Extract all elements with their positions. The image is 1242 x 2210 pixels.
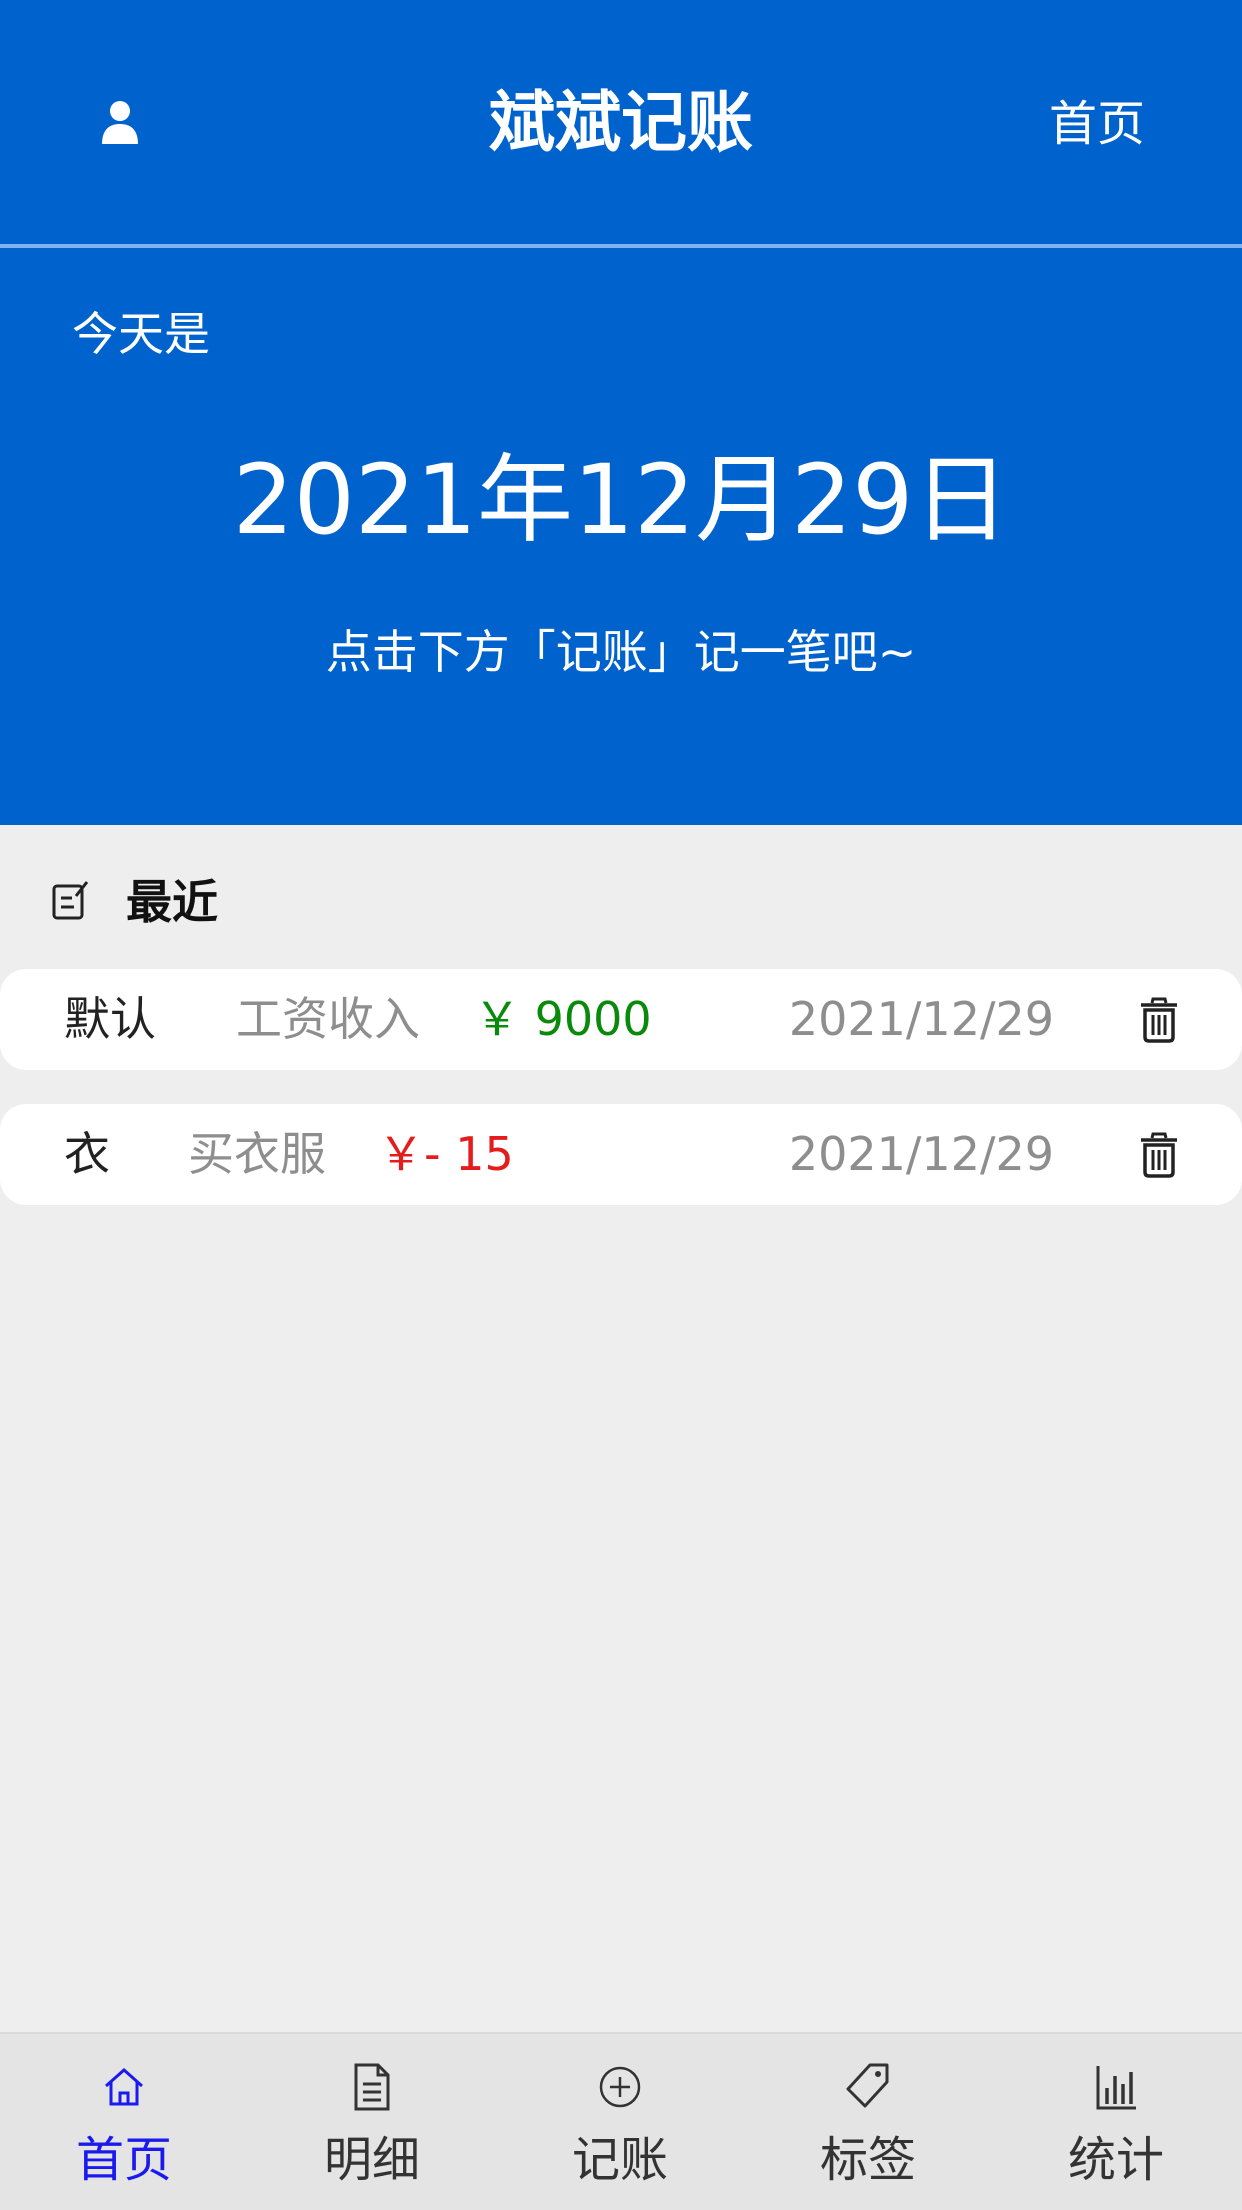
tab-stats[interactable]: 统计 <box>992 2034 1240 2210</box>
trash-icon[interactable] <box>1139 997 1179 1043</box>
record-category: 默认 <box>64 992 156 1046</box>
tab-tags-label: 标签 <box>819 2132 916 2188</box>
record-row[interactable]: 默认 工资收入 ￥ 9000 2021/12/29 <box>0 969 1242 1070</box>
bottom-tab-bar: 首页 明细 记账 标签 统计 <box>0 2032 1242 2210</box>
tab-home[interactable]: 首页 <box>0 2034 248 2210</box>
tag-icon <box>846 2063 889 2108</box>
home-icon <box>105 2067 143 2106</box>
add-circle-icon <box>599 2066 641 2108</box>
hint-text: 点击下方「记账」记一笔吧~ <box>325 625 917 679</box>
tab-record[interactable]: 记账 <box>496 2034 744 2210</box>
trash-icon[interactable] <box>1139 1132 1179 1178</box>
edit-icon <box>52 881 89 920</box>
record-row[interactable]: 衣 买衣服 ￥- 15 2021/12/29 <box>0 1104 1242 1205</box>
record-amount: ￥- 15 <box>378 1127 514 1181</box>
home-link[interactable]: 首页 <box>1049 92 1145 156</box>
record-note: 买衣服 <box>188 1127 326 1181</box>
tab-tags[interactable]: 标签 <box>744 2034 992 2210</box>
chart-icon <box>1096 2066 1136 2110</box>
record-category: 衣 <box>64 1127 110 1181</box>
recent-label: 最近 <box>126 875 218 929</box>
current-date: 2021年12月29日 <box>232 444 1010 556</box>
document-icon <box>354 2063 390 2111</box>
record-date: 2021/12/29 <box>788 1127 1054 1181</box>
tab-record-label: 记账 <box>571 2132 668 2188</box>
record-date: 2021/12/29 <box>788 992 1054 1046</box>
record-amount: ￥ 9000 <box>474 992 652 1046</box>
tab-details[interactable]: 明细 <box>248 2034 496 2210</box>
tab-home-label: 首页 <box>75 2132 172 2188</box>
tab-details-label: 明细 <box>323 2132 420 2188</box>
record-note: 工资收入 <box>236 992 420 1046</box>
tab-stats-label: 统计 <box>1067 2132 1164 2188</box>
today-label: 今天是 <box>72 307 210 361</box>
